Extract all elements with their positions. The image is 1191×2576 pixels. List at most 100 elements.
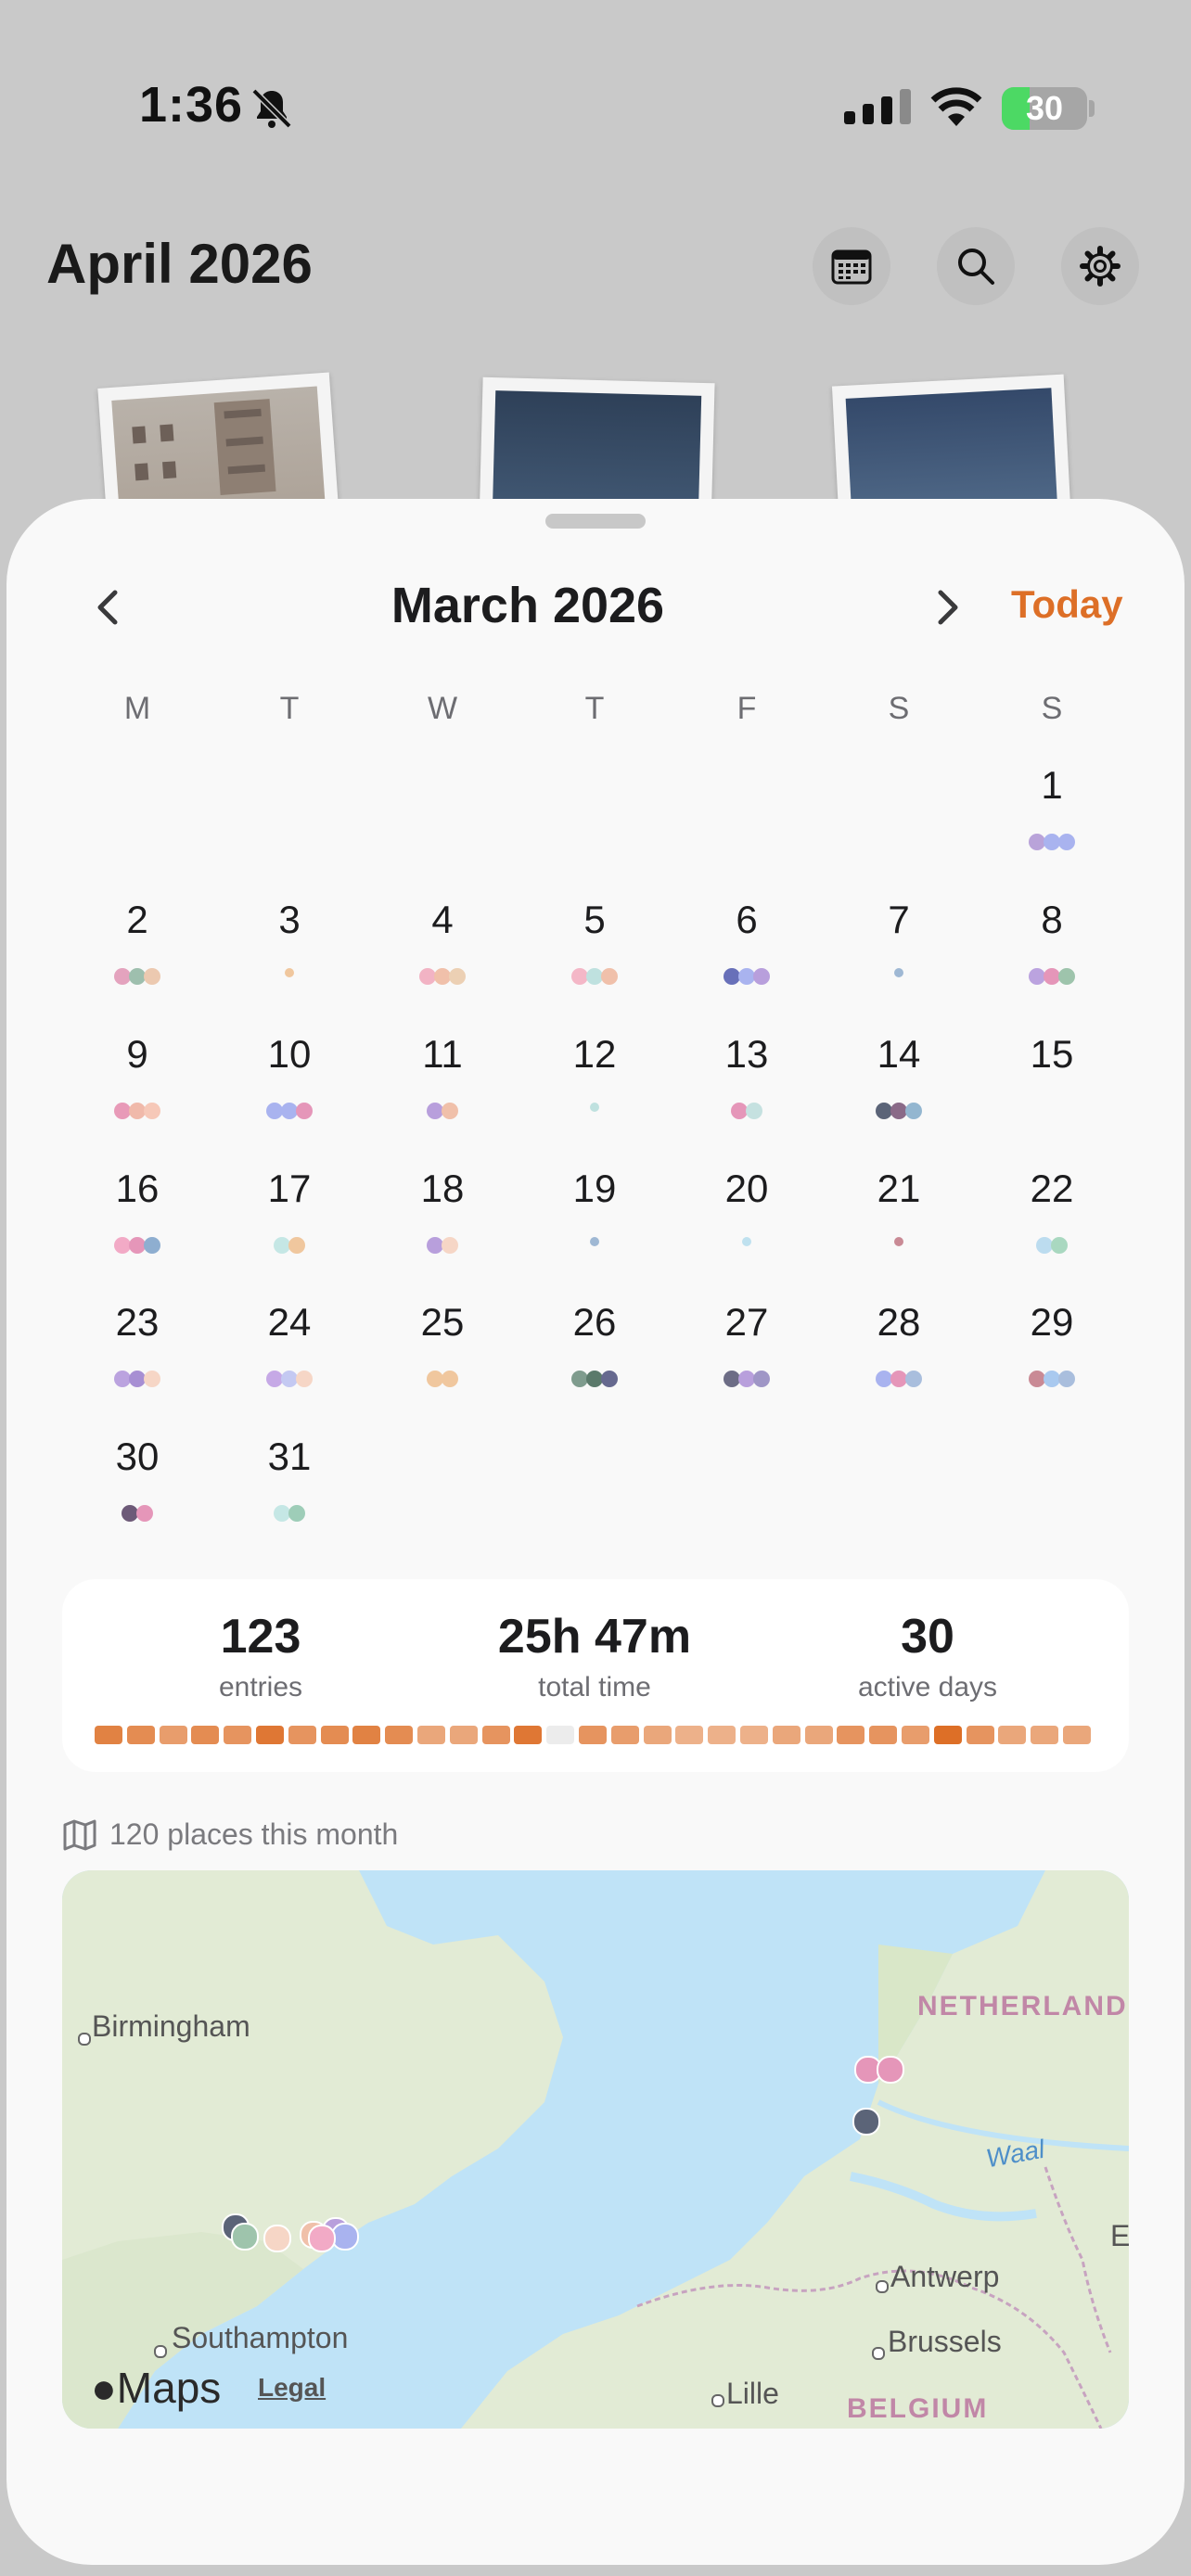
activity-dot xyxy=(905,1103,922,1119)
calendar-day[interactable]: 18 xyxy=(378,1167,507,1278)
day-number: 21 xyxy=(877,1167,921,1210)
place-pin[interactable] xyxy=(308,2225,336,2252)
calendar-day[interactable]: 12 xyxy=(530,1032,660,1143)
weekday-label: F xyxy=(736,691,757,726)
day-activity-dots xyxy=(834,1371,964,1387)
calendar-day[interactable]: 20 xyxy=(682,1167,812,1278)
day-activity-dots xyxy=(682,1103,812,1119)
day-activity-dots xyxy=(378,968,507,985)
calendar-day[interactable]: 1 xyxy=(987,763,1117,874)
calendar-day[interactable]: 30 xyxy=(72,1435,202,1546)
city-marker xyxy=(711,2394,724,2407)
calendar-day[interactable]: 22 xyxy=(987,1167,1117,1278)
day-activity-dots xyxy=(530,1103,660,1116)
calendar-day[interactable]: 25 xyxy=(378,1300,507,1411)
activity-day-cell xyxy=(772,1726,800,1744)
calendar-day[interactable]: 8 xyxy=(987,898,1117,1009)
activity-day-cell xyxy=(126,1726,155,1744)
activity-day-cell xyxy=(159,1726,187,1744)
activity-day-cell xyxy=(288,1726,316,1744)
place-pin[interactable] xyxy=(263,2225,291,2252)
place-pin[interactable] xyxy=(852,2108,880,2136)
calendar-day[interactable]: 29 xyxy=(987,1300,1117,1411)
sheet-grabber[interactable] xyxy=(545,514,646,529)
settings-button[interactable] xyxy=(1061,227,1139,305)
places-map[interactable]: Birmingham NETHERLAND Waal Antwerp Bruss… xyxy=(62,1870,1129,2429)
activity-day-cell xyxy=(933,1726,962,1744)
calendar-day[interactable]: 9 xyxy=(72,1032,202,1143)
calendar-day[interactable]: 17 xyxy=(224,1167,354,1278)
calendar-day[interactable]: 21 xyxy=(834,1167,964,1278)
day-activity-dots xyxy=(72,1237,202,1254)
weekday-label: T xyxy=(584,691,605,726)
activity-day-cell xyxy=(610,1726,639,1744)
calendar-day[interactable]: 23 xyxy=(72,1300,202,1411)
places-count: 120 places this month xyxy=(109,1817,399,1851)
chevron-right-icon[interactable] xyxy=(918,580,974,635)
day-activity-dots xyxy=(224,1505,354,1522)
calendar-day[interactable]: 5 xyxy=(530,898,660,1009)
activity-day-cell xyxy=(95,1726,122,1744)
legal-link[interactable]: Legal xyxy=(258,2373,326,2403)
activity-dot xyxy=(442,1103,458,1119)
calendar-icon xyxy=(831,249,872,285)
calendar-day[interactable]: 11 xyxy=(378,1032,507,1143)
activity-dot xyxy=(590,1237,599,1246)
calendar-day[interactable]: 6 xyxy=(682,898,812,1009)
day-activity-dots xyxy=(224,968,354,981)
place-pin[interactable] xyxy=(877,2056,904,2084)
activity-day-cell xyxy=(416,1726,445,1744)
battery-cap xyxy=(1089,100,1095,117)
map-label-antwerp: Antwerp xyxy=(890,2260,1000,2293)
calendar-day[interactable]: 31 xyxy=(224,1435,354,1546)
cellular-signal-icon xyxy=(844,89,911,124)
activity-day-cell xyxy=(739,1726,768,1744)
today-button[interactable]: Today xyxy=(1011,582,1123,627)
total-time-label: total time xyxy=(538,1672,651,1702)
search-button[interactable] xyxy=(937,227,1015,305)
day-activity-dots xyxy=(987,1237,1117,1254)
day-number: 24 xyxy=(267,1300,312,1344)
calendar-day[interactable]: 4 xyxy=(378,898,507,1009)
day-number: 3 xyxy=(278,898,301,941)
activity-day-cell xyxy=(998,1726,1027,1744)
weekday-label: M xyxy=(123,691,151,726)
activity-day-cell xyxy=(191,1726,220,1744)
search-icon xyxy=(958,249,994,285)
calendar-day[interactable]: 3 xyxy=(224,898,354,1009)
battery-percent: 30 xyxy=(1025,89,1064,127)
day-activity-dots xyxy=(987,834,1117,850)
activity-dot xyxy=(742,1237,751,1246)
calendar-day[interactable]: 27 xyxy=(682,1300,812,1411)
calendar-day[interactable]: 13 xyxy=(682,1032,812,1143)
status-bar: 1:36 30 xyxy=(0,0,1191,213)
day-activity-dots xyxy=(378,1371,507,1387)
active-days-value: 30 xyxy=(901,1610,954,1664)
day-number: 30 xyxy=(115,1435,160,1478)
activity-dot xyxy=(905,1371,922,1387)
calendar-day[interactable]: 16 xyxy=(72,1167,202,1278)
activity-dot xyxy=(601,968,618,985)
activity-day-cell xyxy=(643,1726,672,1744)
day-number: 17 xyxy=(267,1167,312,1210)
day-number: 6 xyxy=(736,898,758,941)
map-label-edge: E xyxy=(1110,2219,1129,2252)
apple-icon: ● xyxy=(91,2364,117,2412)
calendar-day[interactable]: 24 xyxy=(224,1300,354,1411)
calendar-day[interactable]: 2 xyxy=(72,898,202,1009)
day-number: 9 xyxy=(126,1032,148,1076)
calendar-day[interactable]: 26 xyxy=(530,1300,660,1411)
calendar-day[interactable]: 15 xyxy=(987,1032,1117,1143)
calendar-day[interactable]: 10 xyxy=(224,1032,354,1143)
calendar-day[interactable]: 19 xyxy=(530,1167,660,1278)
calendar-day[interactable]: 7 xyxy=(834,898,964,1009)
activity-dot xyxy=(285,968,294,977)
calendar-day[interactable]: 28 xyxy=(834,1300,964,1411)
activity-day-cell xyxy=(449,1726,478,1744)
chevron-left-icon[interactable] xyxy=(82,580,137,635)
place-pin[interactable] xyxy=(231,2223,259,2251)
calendar-button[interactable] xyxy=(813,227,890,305)
activity-dot xyxy=(1058,1371,1075,1387)
calendar-day[interactable]: 14 xyxy=(834,1032,964,1143)
activity-dot xyxy=(296,1371,313,1387)
